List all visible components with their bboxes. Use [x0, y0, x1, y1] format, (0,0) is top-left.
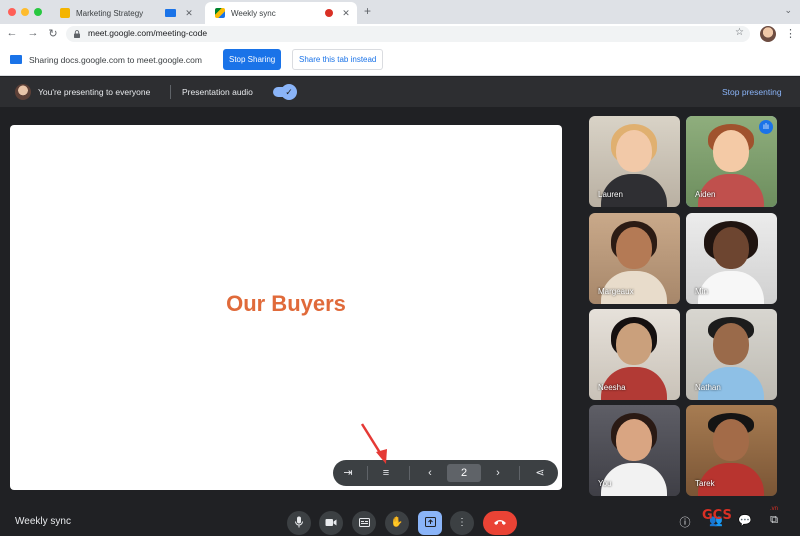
url-text: meet.google.com/meeting-code — [88, 28, 208, 38]
watermark-suffix: .vn — [770, 506, 779, 512]
share-slides-icon[interactable]: ⋖ — [531, 464, 549, 482]
camera-button[interactable] — [319, 511, 343, 535]
browser-toolbar: ← → ↻ meet.google.com/meeting-code ☆ — [0, 24, 800, 44]
recording-dot-icon — [325, 9, 333, 17]
participant-tile[interactable]: Nathan — [686, 309, 777, 400]
participant-name: Tarek — [695, 479, 715, 488]
activities-icon[interactable]: ⧉ — [766, 514, 782, 527]
participant-name: You — [598, 479, 612, 488]
slide-controls: ⇥ ≡ ‹ 2 › ⋖ — [333, 460, 558, 486]
tab-title: Weekly sync — [231, 8, 276, 18]
share-this-tab-button[interactable]: Share this tab instead — [292, 49, 384, 70]
participant-name: Nathan — [695, 383, 721, 392]
watermark-logo: GCS — [702, 508, 732, 523]
presenter-avatar — [15, 84, 31, 100]
previous-slide-icon[interactable]: ‹ — [421, 464, 439, 482]
slide-page-number[interactable]: 2 — [447, 464, 481, 482]
stop-presenting-link[interactable]: Stop presenting — [722, 87, 782, 97]
participant-tile[interactable]: Tarek — [686, 405, 777, 496]
participant-tile-self[interactable]: You — [589, 405, 680, 496]
tab-title: Marketing Strategy — [76, 8, 144, 18]
participant-name: Lauren — [598, 190, 623, 199]
new-tab-icon[interactable]: + — [364, 4, 371, 18]
participant-tile[interactable]: Margeaux — [589, 213, 680, 304]
leave-call-button[interactable] — [483, 511, 517, 535]
divider — [170, 85, 171, 99]
captions-button[interactable] — [352, 511, 376, 535]
tab-marketing-strategy[interactable]: Marketing Strategy ✕ — [50, 2, 200, 24]
microphone-button[interactable] — [287, 511, 311, 535]
tab-search-chevron-icon[interactable]: ⌄ — [784, 5, 792, 16]
microphone-icon — [295, 516, 303, 528]
meet-favicon-icon — [215, 8, 225, 18]
presenting-bar: You're presenting to everyone Presentati… — [0, 77, 800, 107]
exit-slideshow-icon[interactable]: ⇥ — [339, 464, 357, 482]
address-bar[interactable]: meet.google.com/meeting-code ☆ — [66, 26, 750, 42]
stop-sharing-button[interactable]: Stop Sharing — [223, 49, 282, 70]
speaking-indicator-icon: ılı — [759, 120, 773, 134]
tab-strip: Marketing Strategy ✕ Weekly sync ✕ + ⌄ — [0, 0, 800, 24]
presenting-message: You're presenting to everyone — [38, 87, 151, 97]
participant-name: Min — [695, 287, 708, 296]
presented-slide: Our Buyers — [10, 125, 562, 490]
slide-title: Our Buyers — [226, 291, 346, 316]
close-tab-icon[interactable]: ✕ — [182, 8, 196, 19]
chat-icon[interactable]: 💬 — [737, 514, 753, 527]
browser-menu-icon[interactable]: ⋮ — [785, 27, 796, 40]
screen-share-icon — [10, 55, 22, 64]
participant-tile[interactable]: Lauren — [589, 116, 680, 207]
presentation-audio-toggle[interactable]: ✓ — [273, 84, 297, 100]
maximize-window-button[interactable] — [34, 8, 42, 16]
camera-icon — [325, 518, 337, 526]
meeting-details-icon[interactable]: ⓘ — [677, 514, 693, 530]
next-slide-icon[interactable]: › — [489, 464, 507, 482]
divider — [367, 466, 368, 480]
hang-up-icon — [494, 520, 506, 526]
divider — [519, 466, 520, 480]
raise-hand-button[interactable]: ✋ — [385, 511, 409, 535]
more-options-button[interactable]: ⋮ — [450, 511, 474, 535]
divider — [409, 466, 410, 480]
lock-icon — [74, 30, 80, 38]
close-tab-icon[interactable]: ✕ — [339, 8, 353, 19]
meeting-name: Weekly sync — [15, 516, 71, 527]
participant-tile[interactable]: Min — [686, 213, 777, 304]
participant-tile-active-speaker[interactable]: ılı Aiden — [686, 116, 777, 207]
check-icon: ✓ — [281, 84, 297, 100]
participant-name: Aiden — [695, 190, 716, 199]
slides-favicon-icon — [60, 8, 70, 18]
sharing-screen-icon — [165, 9, 176, 17]
minimize-window-button[interactable] — [21, 8, 29, 16]
tab-weekly-sync[interactable]: Weekly sync ✕ — [205, 2, 357, 24]
sharing-info-bar: Sharing docs.google.com to meet.google.c… — [0, 44, 800, 76]
back-arrow-icon[interactable]: ← — [5, 27, 19, 39]
captions-icon — [358, 517, 370, 527]
participant-tile[interactable]: Neesha — [589, 309, 680, 400]
participant-name: Neesha — [598, 383, 626, 392]
bookmark-star-icon[interactable]: ☆ — [735, 27, 744, 38]
forward-arrow-icon[interactable]: → — [26, 27, 40, 39]
close-window-button[interactable] — [8, 8, 16, 16]
present-now-button[interactable] — [418, 511, 442, 535]
sharing-message: Sharing docs.google.com to meet.google.c… — [29, 55, 202, 65]
speaker-notes-icon[interactable]: ≡ — [377, 464, 395, 482]
reload-icon[interactable]: ↻ — [46, 27, 60, 40]
presentation-audio-label: Presentation audio — [182, 87, 253, 97]
present-screen-icon — [424, 517, 436, 528]
profile-avatar[interactable] — [760, 26, 776, 42]
participant-name: Margeaux — [598, 287, 634, 296]
